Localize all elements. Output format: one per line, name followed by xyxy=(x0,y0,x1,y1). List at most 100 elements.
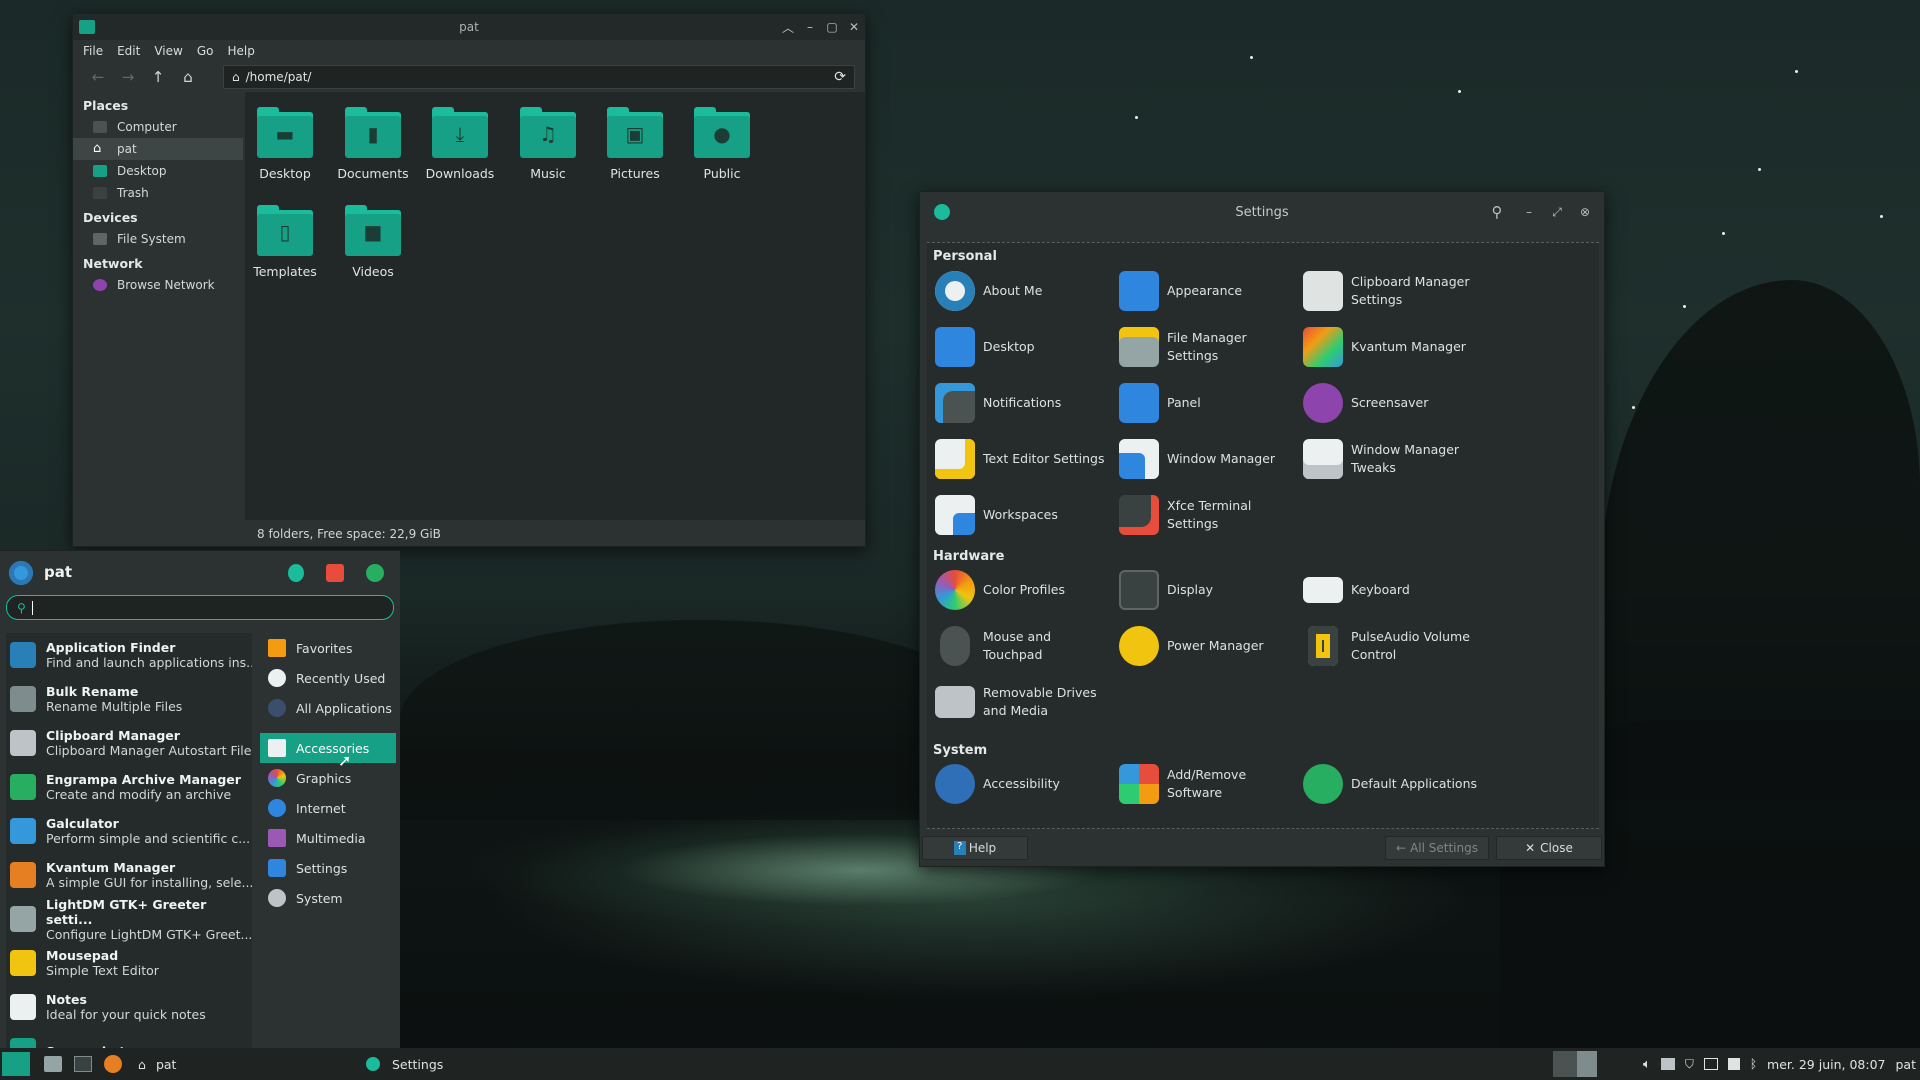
settings-add-remove[interactable]: Add/Remove Software xyxy=(1119,759,1299,809)
location-bar[interactable]: ⌂ /home/pat/ ⟳ xyxy=(223,65,855,89)
settings-window-manager[interactable]: Window Manager xyxy=(1119,434,1299,484)
settings-mouse[interactable]: Mouse and Touchpad xyxy=(935,621,1115,671)
category-settings[interactable]: Settings xyxy=(260,853,396,883)
menu-go[interactable]: Go xyxy=(197,44,214,58)
app-list-item[interactable]: LightDM GTK+ Greeter setti... Configure L… xyxy=(6,897,252,942)
file-manager-launcher-icon[interactable] xyxy=(44,1056,62,1072)
settings-panel[interactable]: Panel xyxy=(1119,378,1299,428)
settings-notifications[interactable]: Notifications xyxy=(935,378,1115,428)
settings-manager-icon[interactable] xyxy=(288,564,304,582)
settings-text-editor[interactable]: Text Editor Settings xyxy=(935,434,1115,484)
search-icon[interactable]: ⚲ xyxy=(1486,203,1508,221)
menu-view[interactable]: View xyxy=(154,44,182,58)
app-list-item[interactable]: Notes Ideal for your quick notes xyxy=(6,985,252,1029)
category-all-applications[interactable]: All Applications xyxy=(260,693,396,723)
category-recently-used[interactable]: Recently Used xyxy=(260,663,396,693)
settings-power[interactable]: Power Manager xyxy=(1119,621,1299,671)
notification-tray-icon[interactable] xyxy=(1727,1058,1740,1070)
file-manager-titlebar[interactable]: pat ︿ – ▢ ✕ xyxy=(73,14,865,40)
side-item-desktop[interactable]: Desktop xyxy=(73,160,243,182)
folder-desktop[interactable]: ▬ Desktop xyxy=(245,107,325,181)
settings-default-apps[interactable]: Default Applications xyxy=(1303,759,1483,809)
category-favorites[interactable]: Favorites xyxy=(260,633,396,663)
search-input[interactable]: ⚲ xyxy=(6,595,394,620)
maximize-button[interactable]: ⤢ xyxy=(1546,205,1568,220)
folder-downloads[interactable]: ⤓ Downloads xyxy=(420,107,500,181)
settings-file-manager[interactable]: File Manager Settings xyxy=(1119,322,1299,372)
category-system[interactable]: System xyxy=(260,883,396,913)
settings-screensaver[interactable]: Screensaver xyxy=(1303,378,1483,428)
settings-desktop[interactable]: Desktop xyxy=(935,322,1115,372)
settings-about-me[interactable]: About Me xyxy=(935,266,1115,316)
close-button[interactable]: ✕ xyxy=(843,20,865,34)
folder-templates[interactable]: ▯ Templates xyxy=(245,205,325,279)
menu-file[interactable]: File xyxy=(83,44,103,58)
settings-pulseaudio[interactable]: PulseAudio Volume Control xyxy=(1303,621,1483,671)
category-multimedia[interactable]: Multimedia xyxy=(260,823,396,853)
firefox-launcher-icon[interactable] xyxy=(104,1055,122,1073)
help-button[interactable]: ? Help xyxy=(922,836,1028,860)
all-settings-button[interactable]: ← All Settings xyxy=(1385,836,1489,860)
category-internet[interactable]: Internet xyxy=(260,793,396,823)
category-graphics[interactable]: Graphics xyxy=(260,763,396,793)
maximize-button[interactable]: ▢ xyxy=(821,20,843,34)
app-list-item[interactable]: Clipboard Manager Clipboard Manager Autos… xyxy=(6,721,252,765)
settings-accessibility[interactable]: Accessibility xyxy=(935,759,1115,809)
workspace-switcher[interactable] xyxy=(1553,1051,1598,1077)
back-arrow-icon[interactable]: ← xyxy=(83,68,113,86)
log-out-icon[interactable] xyxy=(366,564,384,582)
home-icon[interactable]: ⌂ xyxy=(173,68,203,86)
category-accessories[interactable]: Accessories xyxy=(260,733,396,763)
side-item-filesystem[interactable]: File System xyxy=(73,228,243,250)
user-menu[interactable]: pat xyxy=(1896,1057,1917,1072)
settings-display[interactable]: Display xyxy=(1119,565,1299,615)
terminal-launcher-icon[interactable] xyxy=(74,1056,92,1072)
side-item-home[interactable]: ⌂ pat xyxy=(73,138,243,160)
settings-wm-tweaks[interactable]: Window Manager Tweaks xyxy=(1303,434,1483,484)
task-settings[interactable]: Settings xyxy=(366,1057,443,1072)
settings-kvantum[interactable]: Kvantum Manager xyxy=(1303,322,1483,372)
shield-icon[interactable]: ⛉ xyxy=(1685,1057,1694,1072)
settings-appearance[interactable]: Appearance xyxy=(1119,266,1299,316)
app-list-item[interactable]: Mousepad Simple Text Editor xyxy=(6,941,252,985)
settings-removable-drives[interactable]: Removable Drives and Media xyxy=(935,677,1115,727)
side-item-computer[interactable]: Computer xyxy=(73,116,243,138)
settings-titlebar[interactable]: Settings ⚲ – ⤢ ⊗ xyxy=(920,192,1604,232)
up-arrow-icon[interactable]: ↑ xyxy=(143,68,173,86)
app-list-item[interactable]: Galculator Perform simple and scientific … xyxy=(6,809,252,853)
volume-icon[interactable]: 🔈︎ xyxy=(1643,1057,1651,1072)
side-item-browse-network[interactable]: Browse Network xyxy=(73,274,243,296)
app-list-item[interactable]: Engrampa Archive Manager Create and modif… xyxy=(6,765,252,809)
whisker-menu-icon[interactable] xyxy=(2,1052,30,1076)
task-file-manager[interactable]: ⌂ pat xyxy=(138,1057,338,1072)
network-icon[interactable] xyxy=(1660,1058,1675,1070)
app-list-item[interactable]: Screenshot xyxy=(6,1029,252,1048)
settings-clipboard[interactable]: Clipboard Manager Settings xyxy=(1303,266,1483,316)
settings-workspaces[interactable]: Workspaces xyxy=(935,490,1115,540)
clipboard-tray-icon[interactable] xyxy=(1703,1058,1718,1070)
app-list-item[interactable]: Bulk Rename Rename Multiple Files xyxy=(6,677,252,721)
collapse-icon[interactable]: ︿ xyxy=(777,19,799,36)
close-button[interactable]: ⊗ xyxy=(1574,205,1596,219)
minimize-button[interactable]: – xyxy=(1518,205,1540,219)
folder-pictures[interactable]: ▣ Pictures xyxy=(595,107,675,181)
settings-keyboard[interactable]: Keyboard xyxy=(1303,565,1483,615)
folder-documents[interactable]: ▮ Documents xyxy=(333,107,413,181)
settings-color-profiles[interactable]: Color Profiles xyxy=(935,565,1115,615)
folder-music[interactable]: ♫ Music xyxy=(508,107,588,181)
close-settings-button[interactable]: ✕ Close xyxy=(1496,836,1602,860)
folder-videos[interactable]: ■ Videos xyxy=(333,205,413,279)
lock-screen-icon[interactable] xyxy=(326,564,344,582)
minimize-button[interactable]: – xyxy=(799,20,821,34)
app-list-item[interactable]: Application Finder Find and launch applic… xyxy=(6,633,252,677)
side-item-trash[interactable]: Trash xyxy=(73,182,243,204)
reload-icon[interactable]: ⟳ xyxy=(834,69,846,85)
folder-public[interactable]: ● Public xyxy=(682,107,762,181)
bluetooth-icon[interactable]: ᛒ xyxy=(1750,1057,1757,1071)
app-list-item[interactable]: Kvantum Manager A simple GUI for installi… xyxy=(6,853,252,897)
menu-edit[interactable]: Edit xyxy=(117,44,140,58)
menu-help[interactable]: Help xyxy=(227,44,254,58)
forward-arrow-icon[interactable]: → xyxy=(113,68,143,86)
clock[interactable]: mer. 29 juin, 08:07 xyxy=(1767,1057,1885,1072)
settings-terminal[interactable]: Xfce Terminal Settings xyxy=(1119,490,1299,540)
